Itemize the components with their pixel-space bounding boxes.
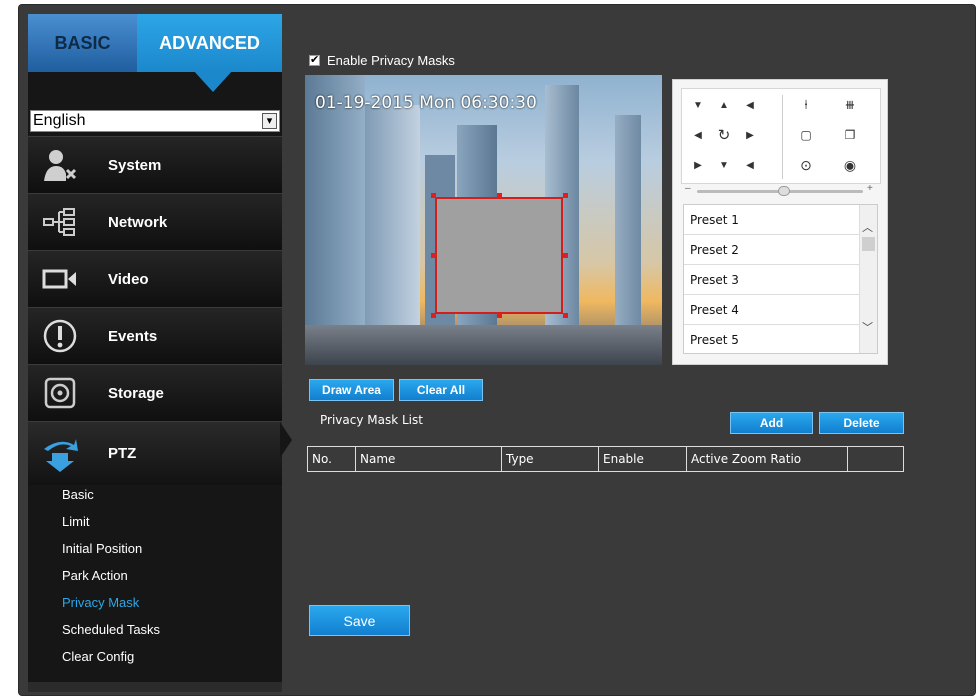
sidebar-item-storage[interactable]: Storage — [28, 364, 282, 421]
list-item[interactable]: Preset 5 — [684, 325, 860, 353]
ptz-sub-initial-position[interactable]: Initial Position — [62, 541, 142, 556]
pan-down-right-icon[interactable]: ◀ — [738, 153, 762, 177]
sidebar-item-label: Video — [108, 270, 149, 288]
preset-list: Preset 1 Preset 2 Preset 3 Preset 4 Pres… — [683, 204, 878, 354]
pan-left-icon[interactable]: ◀ — [686, 123, 710, 147]
mode-tabs: BASIC ADVANCED — [28, 14, 282, 72]
sidebar-item-label: Events — [108, 327, 158, 345]
scrollbar-thumb[interactable] — [862, 237, 875, 251]
list-item[interactable]: Preset 2 — [684, 235, 860, 265]
resize-handle[interactable] — [563, 313, 568, 318]
ptz-button-grid: ▼ ▲ ◀ ◀ ↻ ▶ ▶ ▼ ◀ ⍿ ⧻ ▢ ❐ ⊙ ◉ — [681, 88, 881, 184]
ptz-speed-slider[interactable]: – + — [683, 183, 879, 196]
resize-handle[interactable] — [431, 313, 436, 318]
table-header-cell: Active Zoom Ratio — [687, 447, 848, 471]
street-shape — [305, 325, 662, 365]
building-shape — [305, 75, 365, 365]
ptz-control-panel: ▼ ▲ ◀ ◀ ↻ ▶ ▶ ▼ ◀ ⍿ ⧻ ▢ ❐ ⊙ ◉ – + Preset… — [672, 79, 888, 365]
tab-basic[interactable]: BASIC — [28, 14, 137, 72]
resize-handle[interactable] — [563, 193, 568, 198]
sidebar-item-label: System — [108, 156, 162, 174]
ptz-arrows-icon — [38, 434, 82, 474]
ptz-sub-basic[interactable]: Basic — [62, 487, 94, 502]
camera-icon — [38, 259, 82, 299]
focus-near-icon[interactable]: ▢ — [794, 123, 818, 147]
enable-privacy-label: Enable Privacy Masks — [327, 53, 455, 68]
add-button[interactable]: Add — [730, 412, 813, 434]
resize-handle[interactable] — [563, 253, 568, 258]
pan-down-icon[interactable]: ▼ — [712, 153, 736, 177]
user-gear-icon — [38, 145, 82, 185]
language-select[interactable]: English ▾ — [30, 110, 280, 132]
privacy-mask-list-title: Privacy Mask List — [320, 413, 423, 427]
zoom-in-icon[interactable]: ⍿ — [794, 93, 818, 117]
table-header-cell: No. — [308, 447, 356, 471]
slider-knob[interactable] — [778, 186, 790, 196]
language-selected: English — [33, 112, 86, 129]
ptz-sub-scheduled-tasks[interactable]: Scheduled Tasks — [62, 622, 160, 637]
pan-up-right-icon[interactable]: ◀ — [738, 93, 762, 117]
hard-disk-icon — [38, 373, 82, 413]
ptz-sub-park-action[interactable]: Park Action — [62, 568, 128, 583]
ptz-sub-limit[interactable]: Limit — [62, 514, 89, 529]
pan-up-icon[interactable]: ▲ — [712, 93, 736, 117]
tab-advanced[interactable]: ADVANCED — [137, 14, 282, 72]
plus-icon: + — [867, 183, 873, 194]
network-tree-icon — [38, 202, 82, 242]
chevron-down-icon: ▾ — [262, 113, 277, 129]
sidebar-footer — [28, 682, 282, 692]
resize-handle[interactable] — [431, 253, 436, 258]
iris-close-icon[interactable]: ◉ — [838, 153, 862, 177]
privacy-mask-table: No. Name Type Enable Active Zoom Ratio — [307, 446, 904, 472]
ptz-divider — [782, 95, 783, 179]
ptz-sub-clear-config[interactable]: Clear Config — [62, 649, 134, 664]
list-item[interactable]: Preset 4 — [684, 295, 860, 325]
focus-far-icon[interactable]: ❐ — [838, 123, 862, 147]
list-item[interactable]: Preset 1 — [684, 205, 860, 235]
sidebar-item-video[interactable]: Video — [28, 250, 282, 307]
enable-privacy-row: Enable Privacy Masks — [309, 53, 455, 68]
auto-pan-icon[interactable]: ↻ — [712, 123, 736, 147]
iris-open-icon[interactable]: ⊙ — [794, 153, 818, 177]
draw-area-button[interactable]: Draw Area — [309, 379, 394, 401]
chevron-down-icon[interactable]: ﹀ — [862, 319, 873, 335]
sidebar-item-label: PTZ — [108, 445, 137, 462]
sidebar-item-network[interactable]: Network — [28, 193, 282, 250]
table-header-cell — [848, 447, 903, 471]
video-preview[interactable]: 01-19-2015 Mon 06:30:30 — [305, 75, 662, 365]
chevron-up-icon[interactable]: ︿ — [862, 219, 873, 235]
active-tab-pointer — [193, 70, 233, 92]
enable-privacy-checkbox[interactable] — [309, 53, 320, 66]
table-header-cell: Name — [356, 447, 502, 471]
sidebar-item-ptz[interactable]: PTZ — [28, 421, 282, 485]
ptz-sub-privacy-mask[interactable]: Privacy Mask — [62, 595, 139, 610]
active-section-pointer — [280, 422, 292, 458]
sidebar-item-system[interactable]: System — [28, 136, 282, 193]
osd-timestamp: 01-19-2015 Mon 06:30:30 — [315, 93, 537, 113]
delete-button[interactable]: Delete — [819, 412, 904, 434]
zoom-out-icon[interactable]: ⧻ — [838, 93, 862, 117]
table-header-cell: Enable — [599, 447, 687, 471]
minus-icon: – — [685, 183, 691, 194]
clear-all-button[interactable]: Clear All — [399, 379, 483, 401]
preset-scrollbar[interactable]: ︿ ﹀ — [859, 205, 877, 353]
pan-right-icon[interactable]: ▶ — [738, 123, 762, 147]
privacy-mask-area[interactable] — [435, 197, 563, 314]
sidebar-item-label: Storage — [108, 384, 164, 402]
resize-handle[interactable] — [431, 193, 436, 198]
resize-handle[interactable] — [497, 193, 502, 198]
table-header-cell: Type — [502, 447, 599, 471]
alert-circle-icon — [38, 316, 82, 356]
save-button[interactable]: Save — [309, 605, 410, 636]
sidebar-item-events[interactable]: Events — [28, 307, 282, 364]
sidebar: BASIC ADVANCED English ▾ System Network … — [28, 14, 282, 692]
resize-handle[interactable] — [497, 313, 502, 318]
sidebar-item-label: Network — [108, 213, 168, 231]
pan-up-left-icon[interactable]: ▼ — [686, 93, 710, 117]
pan-down-left-icon[interactable]: ▶ — [686, 153, 710, 177]
list-item[interactable]: Preset 3 — [684, 265, 860, 295]
